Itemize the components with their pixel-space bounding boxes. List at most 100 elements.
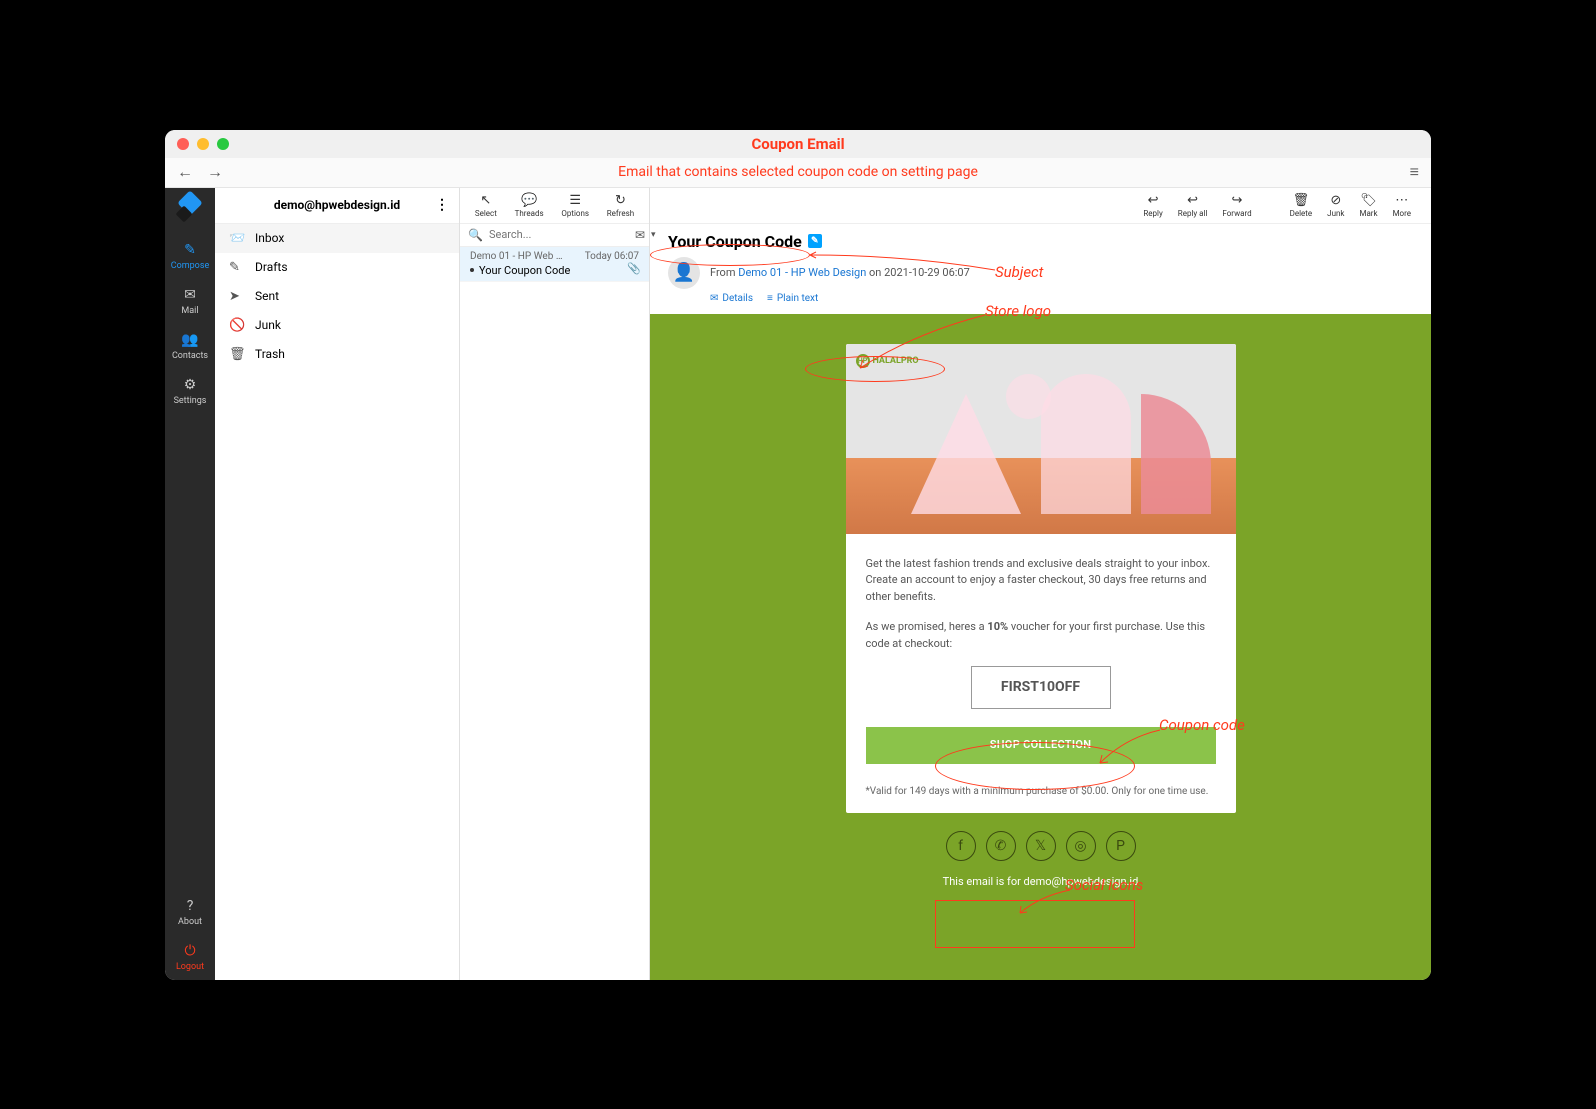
toolbar-options-button[interactable]: ☰Options — [561, 193, 589, 218]
forward-label: Forward — [1222, 209, 1251, 218]
email-subject: Your Coupon Code ✎ — [668, 232, 822, 251]
email-meta: ✉ Details ≡ Plain text — [710, 293, 1413, 304]
traffic-lights — [177, 138, 229, 150]
preview-header: Your Coupon Code ✎ 👤 From Demo 01 - HP W… — [650, 224, 1431, 314]
valid-text: *Valid for 149 days with a minimum purch… — [846, 778, 1236, 813]
sidebar-contacts[interactable]: 👥 Contacts — [165, 324, 215, 369]
toolbar-select-button[interactable]: ↖Select — [475, 193, 497, 218]
email-subject-text: Your Coupon Code — [668, 232, 802, 251]
folder-inbox-label: Inbox — [255, 231, 284, 245]
toolbar-refresh-button[interactable]: ↻Refresh — [607, 193, 634, 218]
junk-button[interactable]: ⊘Junk — [1327, 193, 1344, 218]
from-link[interactable]: Demo 01 - HP Web Design — [738, 266, 866, 279]
toolbar-refresh-label: Refresh — [607, 209, 634, 218]
message-item[interactable]: Demo 01 - HP Web …Today 06:07 Your Coupo… — [460, 247, 649, 282]
unread-indicator — [470, 268, 474, 272]
reply-all-icon: ↩ — [1187, 193, 1198, 208]
whatsapp-icon[interactable]: ✆ — [986, 831, 1016, 861]
junk-label: Junk — [1327, 209, 1344, 218]
sent-icon: ➤ — [229, 289, 245, 304]
close-window-button[interactable] — [177, 138, 189, 150]
sidebar-compose-label: Compose — [171, 261, 210, 271]
account-email: demo@hpwebdesign.id — [274, 198, 400, 212]
folder-pane: demo@hpwebdesign.id ⋮ 📨Inbox ✎Drafts ➤Se… — [215, 188, 460, 980]
hero-shape-arch — [1041, 374, 1131, 514]
refresh-icon: ↻ — [615, 193, 626, 208]
email-date: 2021-10-29 06:07 — [884, 266, 970, 279]
about-icon: ? — [187, 898, 194, 914]
delete-button[interactable]: 🗑Delete — [1290, 193, 1313, 218]
sidebar-mail[interactable]: ✉Mail — [165, 279, 215, 324]
trash-icon: 🗑 — [229, 347, 245, 362]
toolbar-threads-button[interactable]: 💬Threads — [515, 193, 544, 218]
edit-subject-icon[interactable]: ✎ — [808, 234, 822, 248]
mark-button[interactable]: 🏷Mark — [1359, 193, 1377, 218]
junk-toolbar-icon: ⊘ — [1330, 193, 1341, 208]
facebook-icon[interactable]: f — [946, 831, 976, 861]
pinterest-icon[interactable]: P — [1106, 831, 1136, 861]
sender-avatar: 👤 — [668, 257, 700, 289]
plaintext-link[interactable]: ≡ Plain text — [767, 293, 818, 304]
nav-toolbar: ← → Email that contains selected coupon … — [165, 158, 1431, 188]
details-link[interactable]: ✉ Details — [710, 293, 753, 304]
store-logo: HP HALALPRO — [856, 354, 919, 368]
more-label: More — [1393, 209, 1411, 218]
message-preview-pane: ↩Reply ↩Reply all ↪Forward 🗑Delete ⊘Junk… — [650, 188, 1431, 980]
sidebar-settings[interactable]: ⚙Settings — [165, 369, 215, 414]
minimize-window-button[interactable] — [197, 138, 209, 150]
folder-drafts[interactable]: ✎Drafts — [215, 253, 459, 282]
message-list-pane: ↖Select 💬Threads ☰Options ↻Refresh 🔍 ✉ ▾… — [460, 188, 650, 980]
folder-sent[interactable]: ➤Sent — [215, 282, 459, 311]
sidebar-logout-label: Logout — [176, 962, 204, 972]
nav-forward-button[interactable]: → — [207, 162, 223, 182]
sidebar-settings-label: Settings — [174, 396, 207, 406]
email-body: HP HALALPRO Get the latest fashion trend… — [650, 314, 1431, 980]
email-footer: This email is for demo@hpwebdesign.id — [943, 875, 1139, 888]
hero-image: HP HALALPRO — [846, 344, 1236, 534]
delete-label: Delete — [1290, 209, 1313, 218]
message-subject: Your Coupon Code — [479, 264, 570, 277]
email-from-row: 👤 From Demo 01 - HP Web Design on 2021-1… — [668, 257, 1413, 289]
nav-back-button[interactable]: ← — [177, 162, 193, 182]
logout-icon: ⏻ — [184, 943, 195, 959]
more-button[interactable]: ⋯More — [1393, 193, 1411, 218]
folder-trash[interactable]: 🗑Trash — [215, 340, 459, 369]
shop-collection-button[interactable]: SHOP COLLECTION — [866, 727, 1216, 764]
reply-button[interactable]: ↩Reply — [1143, 193, 1162, 218]
sidebar-about[interactable]: ?About — [165, 890, 215, 935]
email-paragraph-1: Get the latest fashion trends and exclus… — [866, 556, 1216, 606]
reply-all-button[interactable]: ↩Reply all — [1178, 193, 1208, 218]
sidebar-logout[interactable]: ⏻ Logout — [165, 935, 215, 980]
maximize-window-button[interactable] — [217, 138, 229, 150]
twitter-icon[interactable]: 𝕏 — [1026, 831, 1056, 861]
reply-icon: ↩ — [1148, 193, 1159, 208]
search-input[interactable] — [489, 228, 629, 241]
folder-drafts-label: Drafts — [255, 260, 288, 274]
select-icon: ↖ — [480, 193, 491, 208]
sidebar-contacts-label: Contacts — [172, 351, 208, 361]
junk-icon: 🚫 — [229, 318, 245, 333]
search-icon: 🔍 — [468, 228, 483, 242]
toolbar-options-label: Options — [561, 209, 589, 218]
contacts-icon: 👥 — [181, 332, 198, 348]
menu-button[interactable]: ≡ — [1410, 162, 1419, 182]
toolbar-select-label: Select — [475, 209, 497, 218]
mark-icon: 🏷 — [1360, 193, 1377, 208]
sidebar-compose[interactable]: ✎Compose — [165, 234, 215, 279]
titlebar: Coupon Email — [165, 130, 1431, 158]
toolbar-threads-label: Threads — [515, 209, 544, 218]
store-logo-icon: HP — [856, 354, 870, 368]
search-mail-icon[interactable]: ✉ — [635, 228, 645, 242]
app-window: Coupon Email ← → Email that contains sel… — [165, 130, 1431, 980]
forward-button[interactable]: ↪Forward — [1222, 193, 1251, 218]
folder-inbox[interactable]: 📨Inbox — [215, 224, 459, 253]
card-body: Get the latest fashion trends and exclus… — [846, 534, 1236, 778]
instagram-icon[interactable]: ◎ — [1066, 831, 1096, 861]
message-toolbar: ↖Select 💬Threads ☰Options ↻Refresh — [460, 188, 649, 224]
main-area: ✎Compose ✉Mail 👥Contacts ⚙Settings ?Abou… — [165, 188, 1431, 980]
preview-toolbar: ↩Reply ↩Reply all ↪Forward 🗑Delete ⊘Junk… — [650, 188, 1431, 224]
mark-label: Mark — [1359, 209, 1377, 218]
email-paragraph-2: As we promised, heres a 10% voucher for … — [866, 619, 1216, 652]
account-menu-button[interactable]: ⋮ — [435, 197, 449, 213]
folder-junk[interactable]: 🚫Junk — [215, 311, 459, 340]
